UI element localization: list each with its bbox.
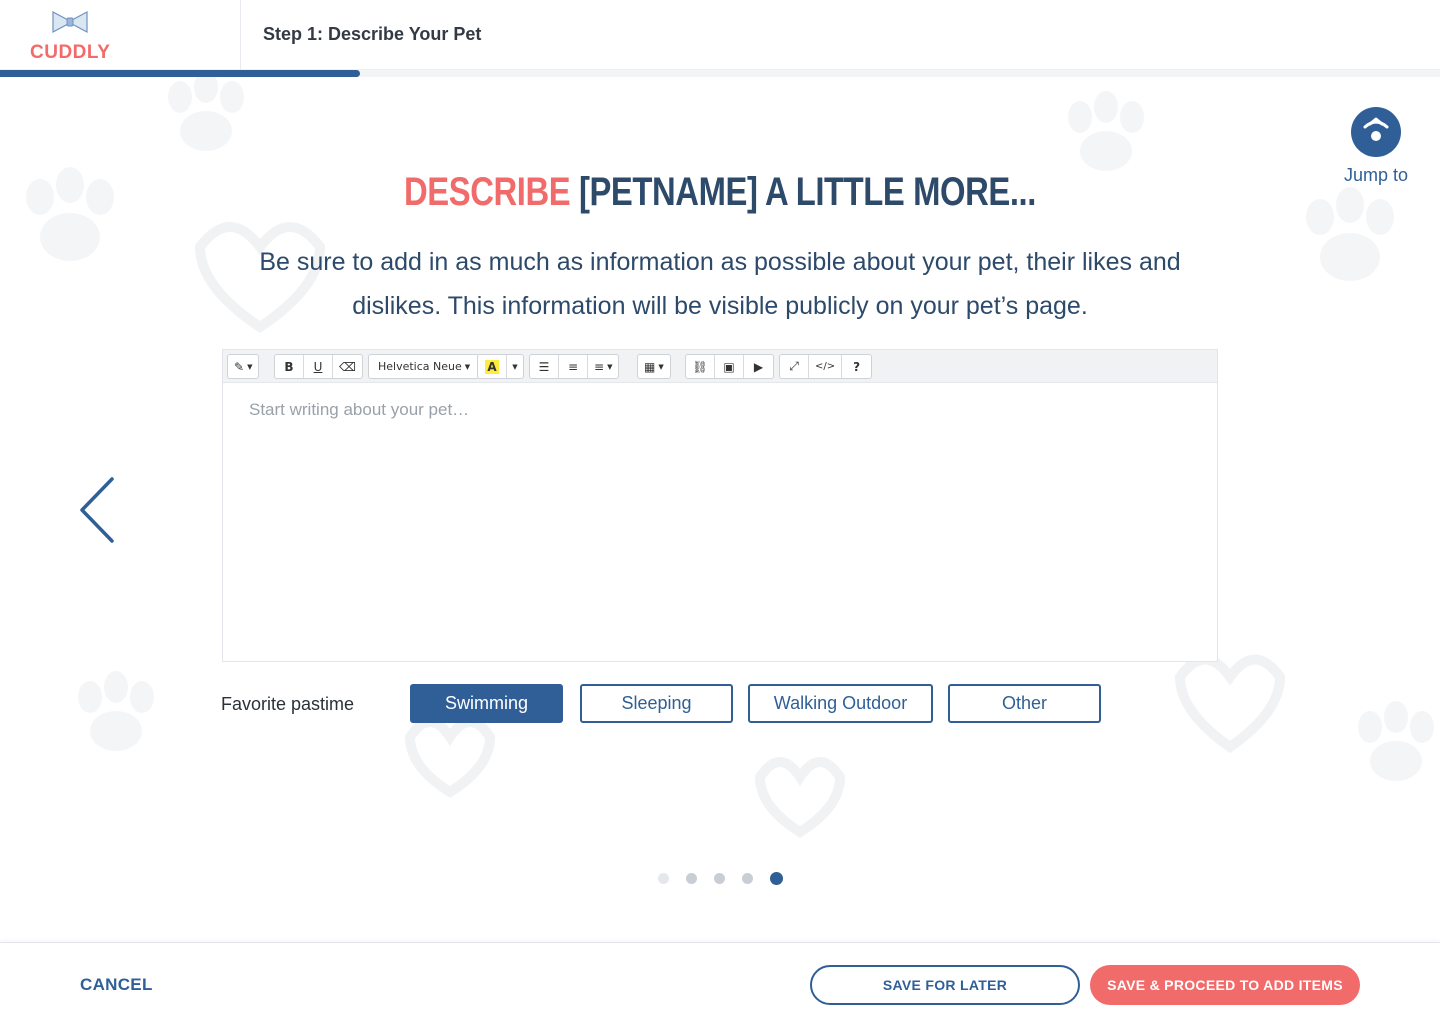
save-for-later-button[interactable]: SAVE FOR LATER <box>810 965 1080 1005</box>
image-icon[interactable]: ▣ <box>715 355 744 378</box>
pastime-option-swimming[interactable]: Swimming <box>410 684 563 723</box>
footer-bar: CANCEL SAVE FOR LATER SAVE & PROCEED TO … <box>0 942 1440 1024</box>
font-family-select[interactable]: Helvetica Neue ▼ <box>369 355 479 378</box>
page-description: Be sure to add in as much as information… <box>259 248 1181 320</box>
headline-accent: DESCRIBE <box>404 170 571 214</box>
page-headline: DESCRIBE [PETNAME] A LITTLE MORE... <box>130 170 1311 215</box>
magic-icon[interactable]: ✎ ▼ <box>228 355 258 378</box>
pagination-dot[interactable] <box>686 873 697 884</box>
align-icon[interactable]: ≡ ▼ <box>588 355 618 378</box>
underline-icon[interactable]: U <box>304 355 333 378</box>
eraser-icon[interactable]: ⌫ <box>333 355 362 378</box>
pastime-label: Favorite pastime <box>221 694 355 714</box>
pagination-dots <box>658 872 783 885</box>
unordered-list-icon[interactable]: ☰ <box>530 355 559 378</box>
top-header: CUDDLY Step 1: Describe Your Pet <box>0 0 1440 70</box>
pagination-dot[interactable] <box>714 873 725 884</box>
table-icon[interactable]: ▦ ▼ <box>638 355 670 378</box>
pastime-option-sleeping[interactable]: Sleeping <box>580 684 733 723</box>
font-family-label: Helvetica Neue <box>378 360 462 373</box>
pastime-option-walking-outdoor[interactable]: Walking Outdoor <box>748 684 933 723</box>
bow-tie-icon <box>52 11 88 33</box>
video-icon[interactable]: ▶ <box>744 355 773 378</box>
color-dropdown-icon[interactable]: ▼ <box>507 355 523 378</box>
ordered-list-icon[interactable]: ≡ <box>559 355 588 378</box>
pagination-dot[interactable] <box>742 873 753 884</box>
cancel-button[interactable]: CANCEL <box>80 975 153 995</box>
progress-fill <box>0 70 360 77</box>
step-title: Step 1: Describe Your Pet <box>263 24 482 44</box>
jump-to-button[interactable]: Jump to <box>1340 107 1412 186</box>
pastime-option-other[interactable]: Other <box>948 684 1101 723</box>
rich-text-editor: ✎ ▼ B U ⌫ Helvetica Neue ▼ A ▼ ☰ ≡ ≡ ▼ ▦ ▼ ⛓… <box>222 349 1218 662</box>
link-icon[interactable]: ⛓ <box>686 355 715 378</box>
code-view-icon[interactable]: </> <box>809 355 843 378</box>
progress-bar <box>0 70 1440 77</box>
pagination-dot-active[interactable] <box>770 872 783 885</box>
jump-icon <box>1351 107 1401 157</box>
pagination-dot[interactable] <box>658 873 669 884</box>
fullscreen-icon[interactable]: ⤢ <box>780 355 809 378</box>
chevron-left-icon[interactable] <box>78 476 118 544</box>
logo[interactable]: CUDDLY <box>0 0 241 70</box>
editor-toolbar: ✎ ▼ B U ⌫ Helvetica Neue ▼ A ▼ ☰ ≡ ≡ ▼ ▦ ▼ ⛓… <box>223 350 1217 383</box>
headline-rest: [PETNAME] A LITTLE MORE... <box>570 170 1036 214</box>
bold-icon[interactable]: B <box>275 355 304 378</box>
brand-name: CUDDLY <box>30 42 111 63</box>
help-icon[interactable]: ? <box>842 355 871 378</box>
editor-placeholder[interactable]: Start writing about your pet… <box>249 400 469 420</box>
font-color-icon[interactable]: A <box>478 355 507 378</box>
save-and-proceed-button[interactable]: SAVE & PROCEED TO ADD ITEMS <box>1090 965 1360 1005</box>
jump-to-label: Jump to <box>1343 165 1409 185</box>
